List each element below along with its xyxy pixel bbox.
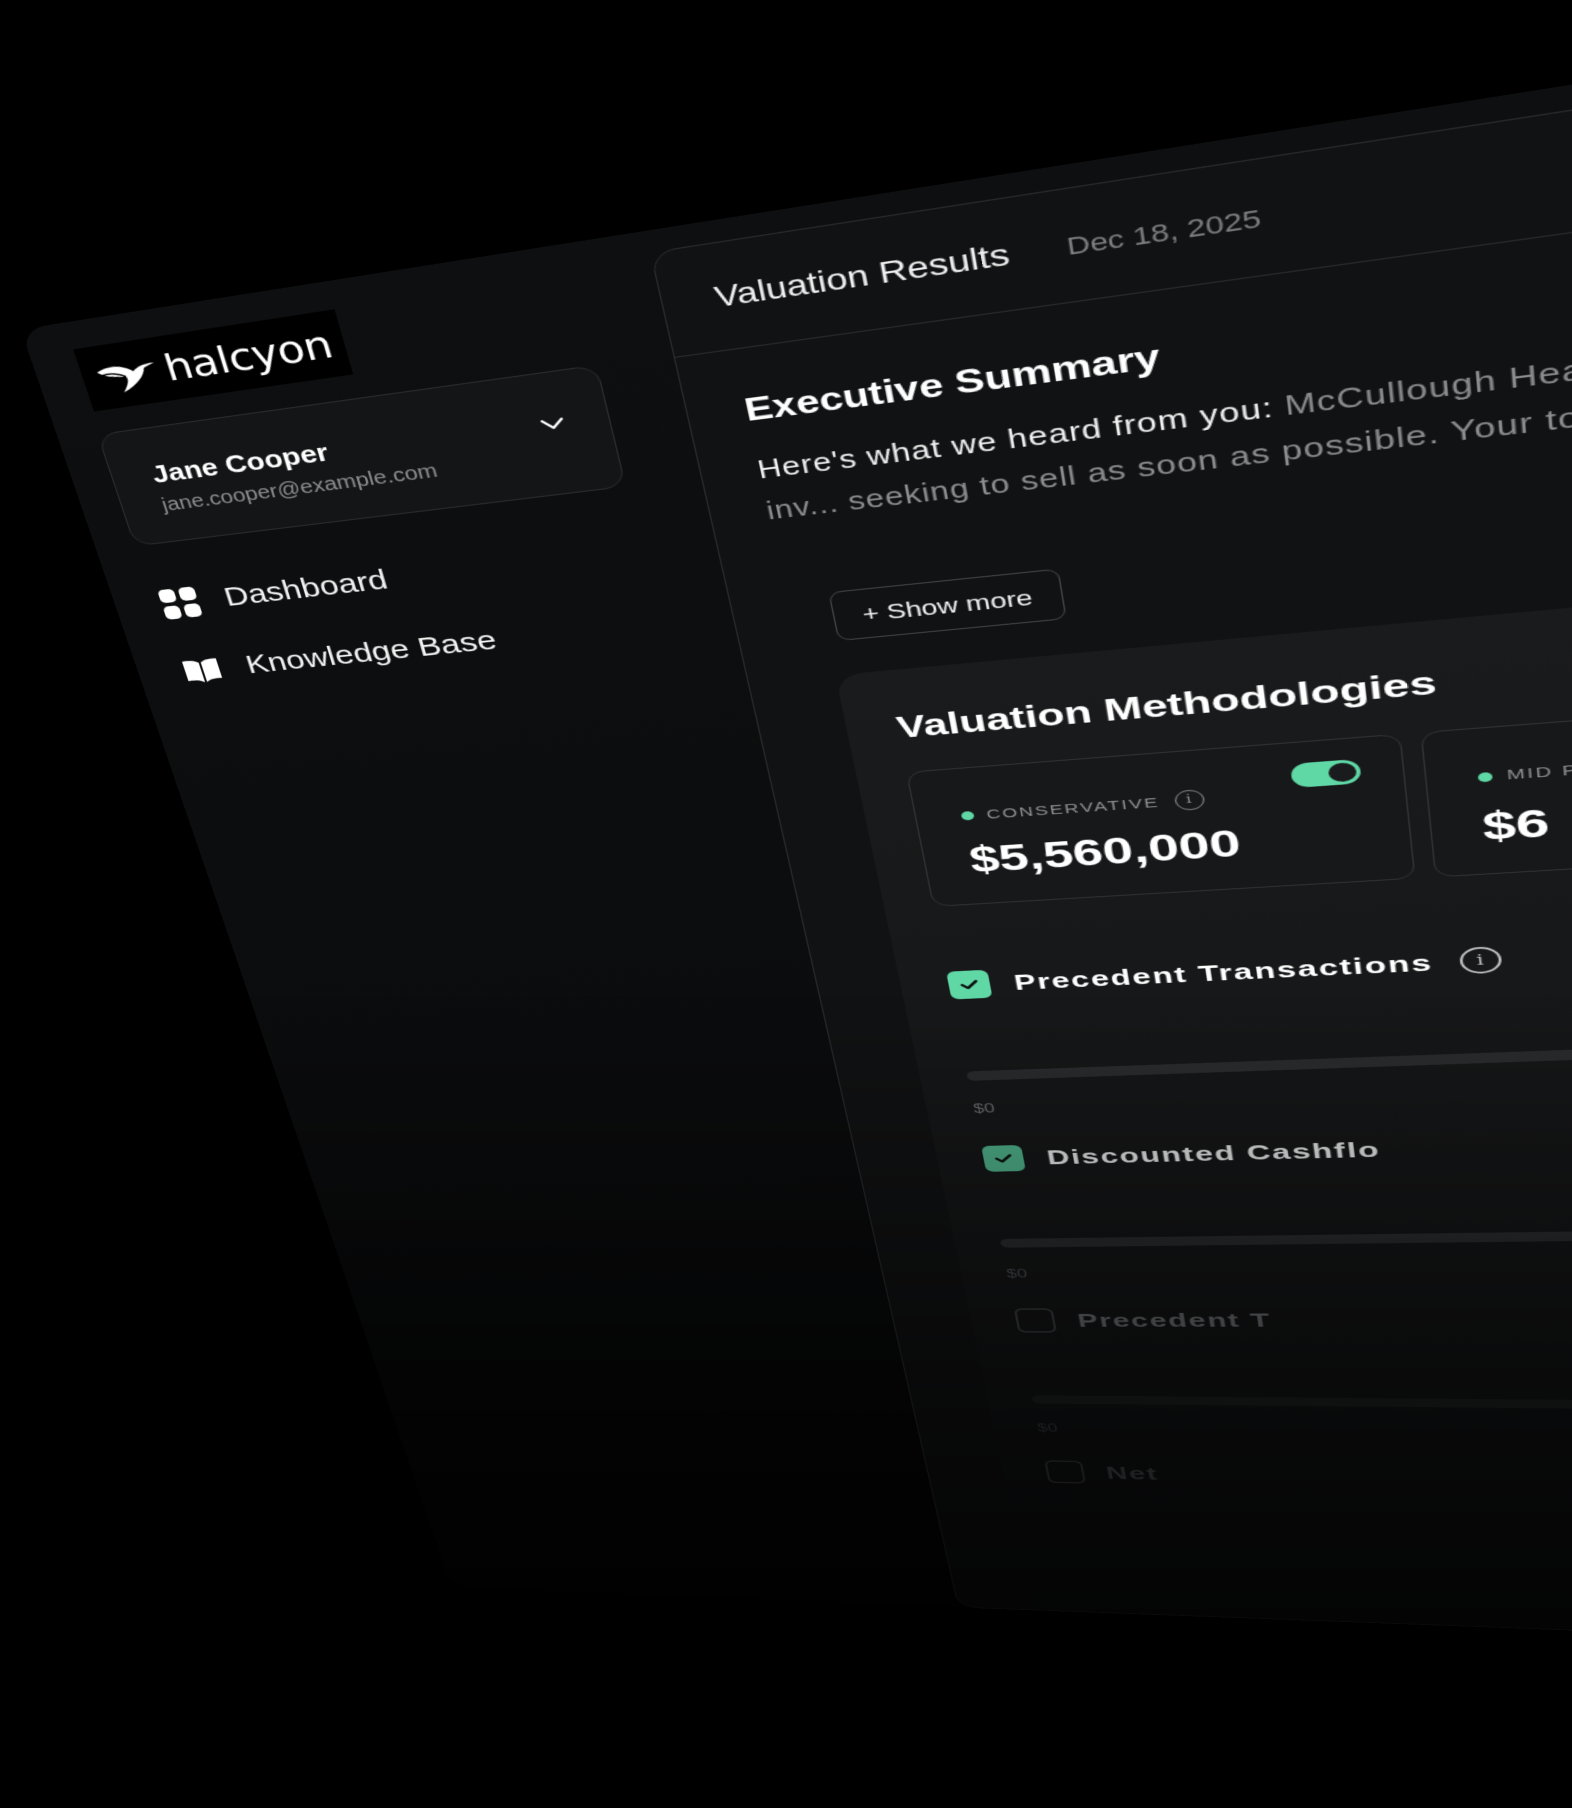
page-title: Valuation Results <box>711 236 1013 314</box>
app-window: halcyon Jane Cooper jane.cooper@example.… <box>20 0 1572 1675</box>
estimate-label-text: MID PO <box>1506 760 1572 784</box>
brand-logo[interactable]: halcyon <box>73 309 354 412</box>
status-dot-icon <box>960 810 975 821</box>
checkbox-unchecked[interactable] <box>1013 1308 1058 1333</box>
estimate-toggle[interactable] <box>1289 758 1362 789</box>
checkbox-checked[interactable] <box>981 1144 1026 1172</box>
grid-icon <box>157 586 204 620</box>
valuation-range-track <box>1031 1395 1572 1420</box>
estimate-card-conservative[interactable]: CONSERVATIVE i $5,560,000 <box>905 733 1416 907</box>
method-label: Precedent T <box>1075 1308 1273 1331</box>
axis-min-label: $0 <box>1036 1422 1059 1435</box>
estimate-label: CONSERVATIVE i <box>960 788 1207 826</box>
chevron-down-icon[interactable] <box>537 411 569 436</box>
method-label: Net <box>1104 1462 1160 1484</box>
checkbox-checked[interactable] <box>946 969 993 1000</box>
check-icon <box>957 977 982 993</box>
hummingbird-icon <box>95 360 162 396</box>
info-icon[interactable]: i <box>1173 788 1207 812</box>
valuation-methodologies-panel: Valuation Methodologies CONSERVATIVE i $… <box>835 482 1572 1675</box>
stage: halcyon Jane Cooper jane.cooper@example.… <box>0 0 1572 1808</box>
methodologies-title: Valuation Methodologies <box>893 664 1439 746</box>
estimate-label-text: CONSERVATIVE <box>985 794 1161 822</box>
method-label: Precedent Transactions <box>1011 948 1435 995</box>
estimate-card-mid-point[interactable]: MID PO $6 <box>1420 687 1572 878</box>
estimate-label: MID PO <box>1477 760 1572 785</box>
checkbox-unchecked[interactable] <box>1044 1460 1087 1484</box>
estimate-value: $6 <box>1480 800 1552 849</box>
method-row-discounted-cashflow[interactable]: Discounted Cashflo <box>981 1136 1382 1172</box>
info-icon[interactable]: i <box>1458 945 1503 975</box>
nav-item-knowledge-base[interactable]: Knowledge Base <box>176 623 501 690</box>
axis-min-label: $0 <box>972 1102 996 1117</box>
estimate-value: $5,560,000 <box>965 821 1244 881</box>
valuation-range-track <box>966 1006 1572 1081</box>
method-row-net[interactable]: Net <box>1044 1460 1160 1485</box>
method-row-precedent-transactions-2[interactable]: Precedent T <box>1013 1308 1273 1333</box>
show-more-button[interactable]: + Show more <box>828 568 1068 642</box>
method-label: Discounted Cashflo <box>1044 1137 1382 1169</box>
check-icon <box>992 1151 1016 1165</box>
nav-item-label: Dashboard <box>220 564 392 613</box>
axis-min-label: $0 <box>1005 1267 1029 1281</box>
status-dot-icon <box>1477 771 1493 782</box>
page-date: Dec 18, 2025 <box>1064 203 1263 261</box>
book-icon <box>181 657 223 684</box>
valuation-range-track <box>999 1216 1572 1248</box>
nav-item-label: Knowledge Base <box>242 625 501 680</box>
nav-item-dashboard[interactable]: Dashboard <box>153 562 392 623</box>
brand-name: halcyon <box>158 322 338 390</box>
method-row-precedent-transactions[interactable]: Precedent Transactions i <box>946 944 1503 1000</box>
toggle-knob <box>1327 761 1358 783</box>
